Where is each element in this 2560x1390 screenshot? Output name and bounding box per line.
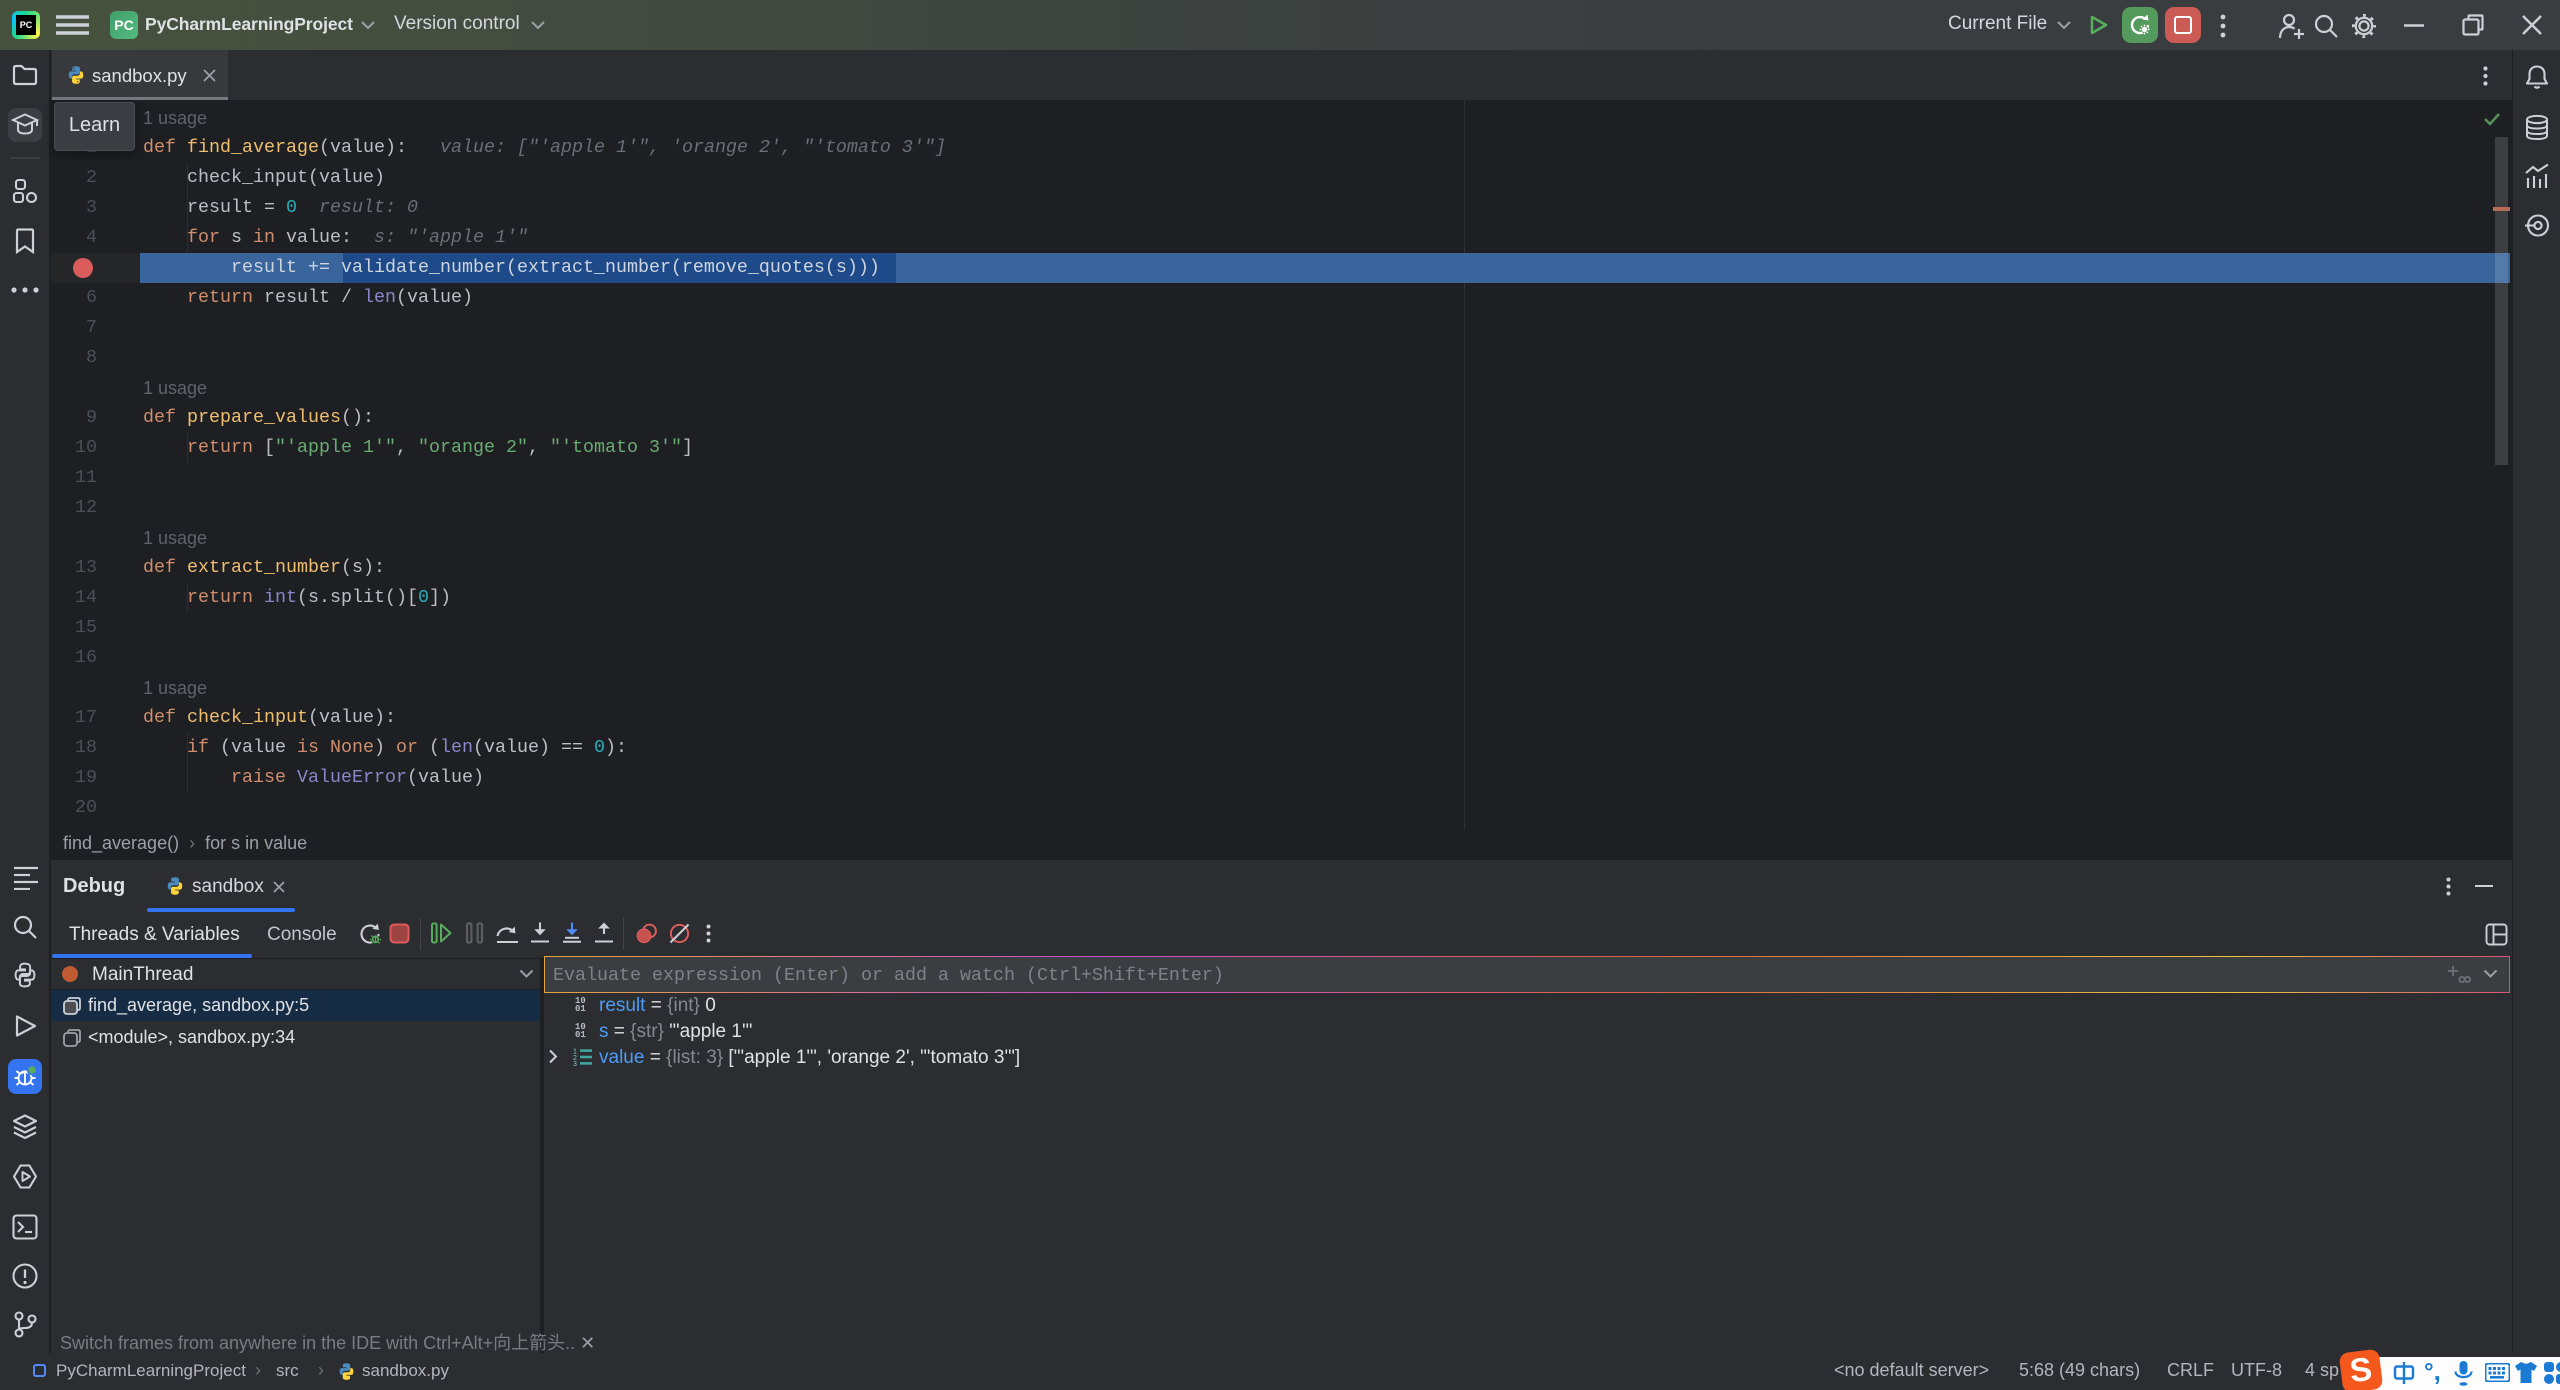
svg-text:3: 3 [573,1061,577,1066]
